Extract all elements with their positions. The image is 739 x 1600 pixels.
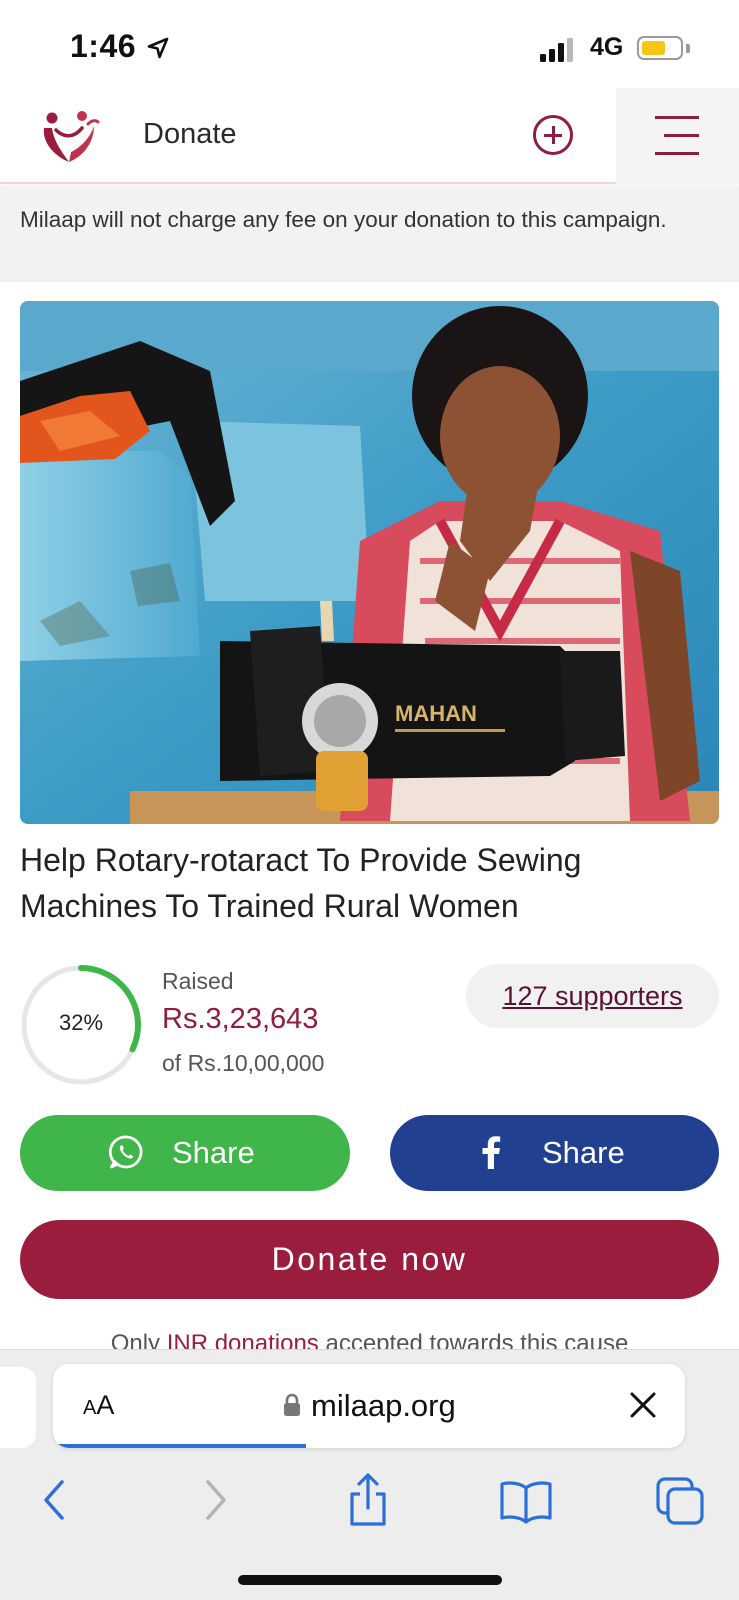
signal-icon bbox=[540, 38, 573, 62]
campaign-image[interactable]: MAHAN bbox=[20, 301, 719, 824]
browser-toolbar: AA milaap.org bbox=[0, 1349, 739, 1600]
facebook-share-button[interactable]: Share bbox=[390, 1115, 719, 1191]
battery-cap bbox=[686, 44, 690, 53]
url-text: milaap.org bbox=[311, 1388, 456, 1423]
campaign-title: Help Rotary-rotaract To Provide Sewing M… bbox=[20, 842, 582, 924]
fee-notice: Milaap will not charge any fee on your d… bbox=[0, 186, 739, 282]
battery-icon bbox=[637, 36, 683, 60]
donate-now-button[interactable]: Donate now bbox=[20, 1220, 719, 1299]
previous-tab-peek[interactable] bbox=[0, 1367, 36, 1448]
forward-icon[interactable] bbox=[184, 1470, 244, 1530]
progress-percent: 32% bbox=[58, 1010, 104, 1035]
network-label: 4G bbox=[590, 33, 624, 61]
woman-sewing-machine-photo: MAHAN bbox=[20, 301, 719, 824]
supporters-link[interactable]: 127 supporters bbox=[466, 964, 719, 1028]
tabs-icon[interactable] bbox=[652, 1470, 712, 1530]
inr-note-suffix: accepted towards this cause bbox=[318, 1330, 629, 1350]
home-indicator[interactable] bbox=[238, 1575, 502, 1585]
page-load-progress bbox=[53, 1444, 306, 1448]
machine-brand-text: MAHAN bbox=[395, 701, 477, 726]
milaap-heart-logo-icon[interactable] bbox=[38, 108, 100, 164]
bookmarks-icon[interactable] bbox=[496, 1470, 556, 1530]
menu-button[interactable] bbox=[616, 88, 739, 184]
facebook-icon bbox=[482, 1136, 501, 1169]
raised-amount: Rs.3,23,643 bbox=[162, 1003, 319, 1035]
status-bar: 1:46 4G bbox=[0, 0, 739, 90]
whatsapp-share-label: Share bbox=[172, 1135, 255, 1170]
address-bar[interactable]: AA milaap.org bbox=[53, 1364, 685, 1448]
location-arrow-icon bbox=[147, 37, 169, 59]
facebook-share-label: Share bbox=[542, 1135, 625, 1170]
status-time: 1:46 bbox=[70, 28, 137, 64]
whatsapp-share-button[interactable]: Share bbox=[20, 1115, 350, 1191]
page-title: Donate bbox=[143, 118, 237, 150]
app-header: Donate bbox=[0, 88, 739, 184]
share-icon[interactable] bbox=[338, 1470, 398, 1530]
hamburger-menu-icon bbox=[655, 116, 699, 155]
goal-amount: of Rs.10,00,000 bbox=[162, 1050, 325, 1076]
close-icon[interactable] bbox=[628, 1390, 658, 1420]
back-icon[interactable] bbox=[26, 1470, 86, 1530]
battery-level bbox=[642, 41, 665, 55]
inr-note-prefix: Only bbox=[110, 1330, 167, 1350]
inr-donations-link[interactable]: INR donations bbox=[167, 1330, 319, 1350]
raised-label: Raised bbox=[162, 968, 234, 994]
reader-options-button[interactable]: AA bbox=[83, 1390, 114, 1421]
page-load-track bbox=[53, 1444, 685, 1448]
lock-icon bbox=[284, 1393, 300, 1416]
inr-note: Only INR donations accepted towards this… bbox=[0, 1330, 739, 1350]
start-fundraiser-button[interactable] bbox=[533, 115, 573, 155]
whatsapp-icon bbox=[108, 1135, 143, 1169]
